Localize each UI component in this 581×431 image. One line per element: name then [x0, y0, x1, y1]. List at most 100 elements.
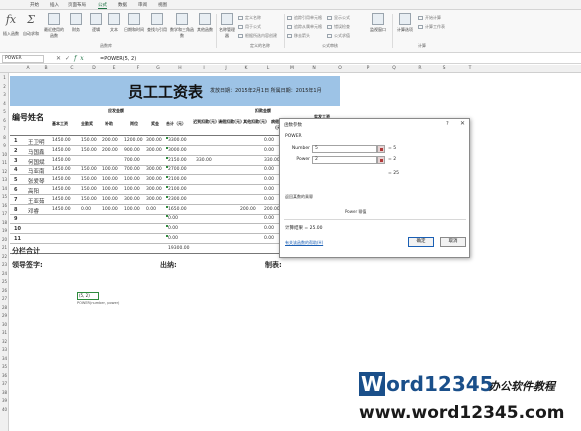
row-header[interactable]: 12	[0, 169, 9, 174]
row-no[interactable]: 6	[14, 187, 17, 193]
row-total[interactable]: 2700.00	[168, 167, 187, 172]
row-total[interactable]: 2100.00	[168, 177, 187, 182]
row-sick[interactable]: 330.00	[264, 158, 280, 163]
row-header[interactable]: 17	[0, 211, 9, 216]
tab-view[interactable]: 视图	[158, 2, 167, 8]
row-header[interactable]: 29	[0, 313, 9, 318]
row-bonus[interactable]: 300.00	[146, 138, 162, 143]
row-header[interactable]: 35	[0, 364, 9, 369]
column-header[interactable]: R	[410, 66, 430, 71]
tab-review[interactable]: 审阅	[138, 2, 147, 8]
evaluate-formula-button[interactable]: 公式求值	[327, 33, 350, 39]
ok-button[interactable]: 确定	[408, 237, 434, 247]
row-header[interactable]: 32	[0, 339, 9, 344]
column-header[interactable]: C	[62, 66, 82, 71]
row-base[interactable]: 1450.00	[52, 187, 71, 192]
column-header[interactable]: M	[282, 66, 302, 71]
row-post[interactable]: 1200.00	[124, 138, 143, 143]
autosum-button[interactable]: Σ 自动求和	[22, 13, 40, 37]
column-header[interactable]: J	[216, 66, 236, 71]
row-name[interactable]: 高阳	[28, 187, 39, 195]
recent-functions-button[interactable]: 最近使用的函数	[44, 13, 64, 39]
trace-dependents-button[interactable]: 追踪从属单元格	[287, 24, 322, 30]
row-header[interactable]: 39	[0, 398, 9, 403]
row-header[interactable]: 21	[0, 245, 9, 250]
row-no[interactable]: 2	[14, 148, 17, 154]
row-header[interactable]: 28	[0, 305, 9, 310]
row-name[interactable]: 王卫明	[28, 138, 45, 146]
enter-icon[interactable]: ✓	[65, 55, 74, 62]
row-no[interactable]: 10	[14, 226, 21, 232]
row-header[interactable]: 14	[0, 186, 9, 191]
row-attendance[interactable]: 0.00	[81, 207, 91, 212]
error-check-button[interactable]: 错误检查	[327, 24, 350, 30]
row-header[interactable]: 10	[0, 152, 9, 157]
create-from-selection-button[interactable]: 根据所选内容创建	[238, 33, 277, 39]
row-sick[interactable]: 0.00	[264, 216, 274, 221]
row-post[interactable]: 700.00	[124, 167, 140, 172]
row-header[interactable]: 2	[0, 84, 9, 89]
row-name[interactable]: 马亚南	[28, 167, 45, 175]
row-total[interactable]: 3300.00	[168, 138, 187, 143]
row-attendance[interactable]: 150.00	[81, 138, 97, 143]
row-header[interactable]: 20	[0, 237, 9, 242]
column-header[interactable]: S	[434, 66, 454, 71]
row-attendance[interactable]: 150.00	[81, 197, 97, 202]
row-total[interactable]: 0.00	[168, 216, 178, 221]
row-base[interactable]: 1450.00	[52, 148, 71, 153]
row-no[interactable]: 7	[14, 197, 17, 203]
row-total[interactable]: 0.00	[168, 226, 178, 231]
logical-button[interactable]: 逻辑	[88, 13, 104, 33]
row-no[interactable]: 3	[14, 158, 17, 164]
row-name[interactable]: 张爱琴	[28, 177, 45, 185]
text-button[interactable]: 文本	[106, 13, 122, 33]
row-subsidy[interactable]: 100.00	[102, 207, 118, 212]
row-post[interactable]: 300.00	[124, 197, 140, 202]
row-header[interactable]: 23	[0, 262, 9, 267]
row-no[interactable]: 11	[14, 236, 21, 242]
row-header[interactable]: 26	[0, 288, 9, 293]
name-manager-button[interactable]: 名称管理器	[218, 13, 236, 39]
name-box[interactable]: POWER	[2, 55, 44, 63]
row-subsidy[interactable]: 100.00	[102, 167, 118, 172]
row-header[interactable]: 33	[0, 347, 9, 352]
row-sick[interactable]: 0.00	[264, 197, 274, 202]
row-header[interactable]: 8	[0, 135, 9, 140]
column-header[interactable]: P	[358, 66, 378, 71]
datetime-button[interactable]: 日期和时间	[122, 13, 146, 33]
column-header[interactable]: O	[330, 66, 350, 71]
row-header[interactable]: 6	[0, 118, 9, 123]
column-header[interactable]: T	[460, 66, 480, 71]
tab-formulas[interactable]: 公式	[98, 2, 107, 9]
row-header[interactable]: 22	[0, 254, 9, 259]
column-header[interactable]: A	[18, 66, 38, 71]
collapse-range-icon[interactable]	[377, 156, 385, 164]
row-subsidy[interactable]: 100.00	[102, 187, 118, 192]
row-sick[interactable]: 0.00	[264, 167, 274, 172]
column-header[interactable]: Q	[384, 66, 404, 71]
row-attendance[interactable]: 150.00	[81, 187, 97, 192]
row-total[interactable]: 1650.00	[168, 207, 187, 212]
row-header[interactable]: 34	[0, 356, 9, 361]
row-header[interactable]: 36	[0, 373, 9, 378]
row-bonus[interactable]: 300.00	[146, 148, 162, 153]
row-header[interactable]: 4	[0, 101, 9, 106]
define-name-button[interactable]: 定义名称	[238, 15, 261, 21]
row-sick[interactable]: 200.00	[264, 207, 280, 212]
row-subsidy[interactable]: 100.00	[102, 197, 118, 202]
row-sick[interactable]: 0.00	[264, 138, 274, 143]
tab-insert[interactable]: 插入	[50, 2, 59, 8]
number-field[interactable]: 5	[312, 145, 377, 153]
row-header[interactable]: 15	[0, 194, 9, 199]
calc-sheet-button[interactable]: 计算工作表	[418, 24, 445, 30]
row-late[interactable]: 330.00	[196, 158, 212, 163]
row-header[interactable]: 1	[0, 75, 9, 80]
tab-home[interactable]: 开始	[30, 2, 39, 8]
column-header[interactable]: E	[104, 66, 124, 71]
row-post[interactable]: 700.00	[124, 158, 140, 163]
row-no[interactable]: 9	[14, 216, 17, 222]
cancel-button[interactable]: 取消	[440, 237, 466, 247]
row-total[interactable]: 2300.00	[168, 197, 187, 202]
row-bonus[interactable]: 300.00	[146, 187, 162, 192]
row-header[interactable]: 18	[0, 220, 9, 225]
